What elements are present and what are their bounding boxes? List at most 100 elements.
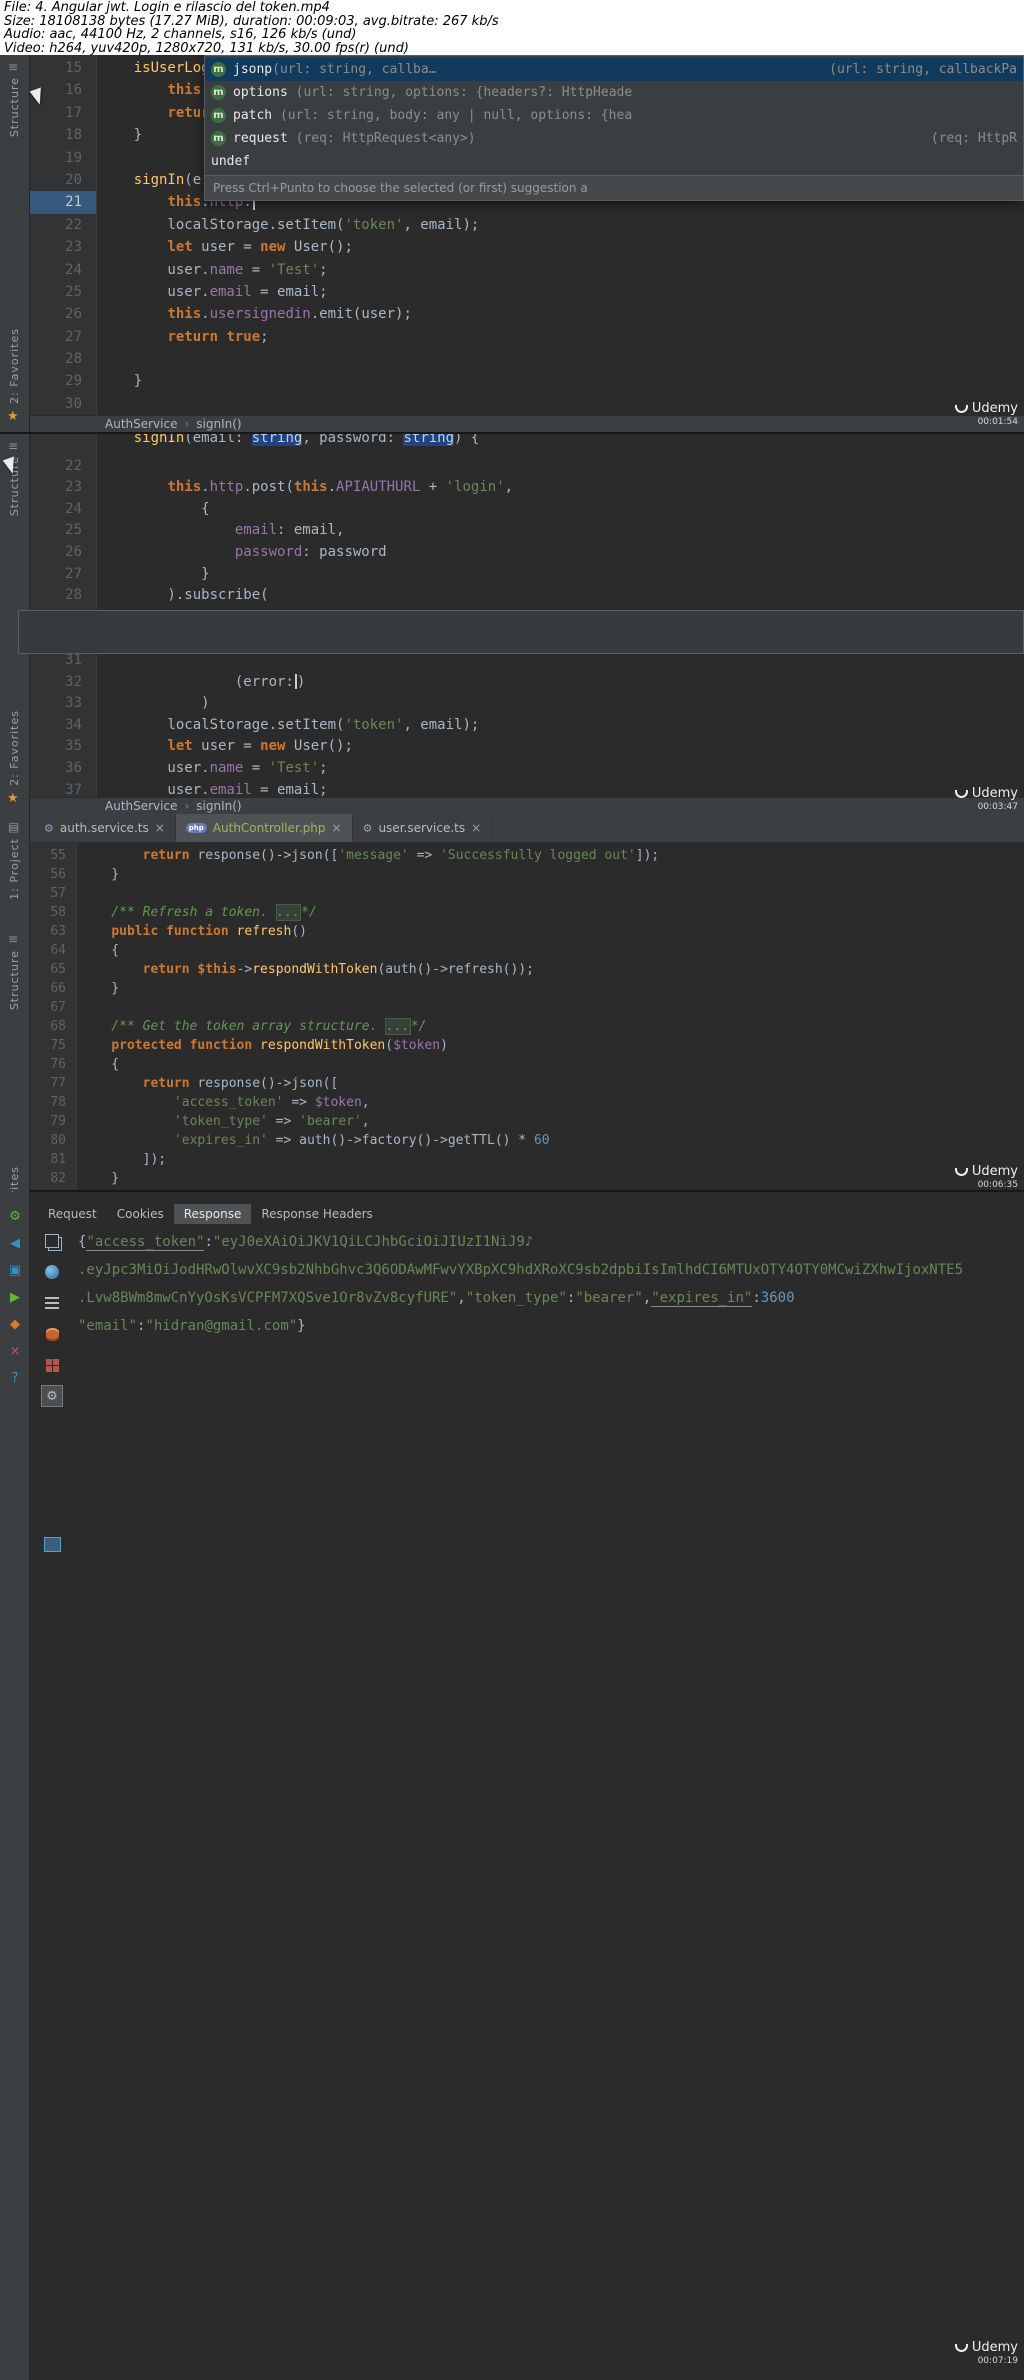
line-number[interactable]: 78 <box>30 1093 76 1112</box>
toolwindow-button-favorites[interactable]: 2: Favorites <box>8 328 21 404</box>
editor-tab[interactable]: php AuthController.php × <box>175 814 353 842</box>
close-icon[interactable]: × <box>6 1343 24 1361</box>
line-number[interactable]: 17 <box>30 101 96 125</box>
completion-item[interactable]: undef <box>205 150 1023 173</box>
line-number[interactable]: 23 <box>30 236 96 259</box>
play-icon[interactable]: ▶ <box>6 1289 24 1307</box>
code-line[interactable]: 79 'token_type' => 'bearer', <box>30 1112 1024 1131</box>
toolwindow-button-structure[interactable]: Structure <box>8 950 21 1010</box>
response-tab-request[interactable]: Request <box>38 1204 107 1224</box>
settings-icon[interactable]: ⚙ <box>41 1385 63 1407</box>
code-line[interactable]: 26 this.usersignedin.emit(user); <box>30 303 1024 326</box>
line-number[interactable]: 58 <box>30 903 76 922</box>
line-number[interactable]: 27 <box>30 325 96 349</box>
copy-icon[interactable] <box>41 1230 63 1252</box>
code-line[interactable]: 35 let user = new User(); <box>30 736 1024 758</box>
code-line[interactable]: 23 let user = new User(); <box>30 236 1024 259</box>
completion-item[interactable]: m jsonp (url: string, callba… (url: string,… <box>205 58 1023 81</box>
code-line[interactable]: 63 public function refresh() <box>30 922 1024 941</box>
code-line[interactable]: 36 user.name = 'Test'; <box>30 757 1024 780</box>
code-line[interactable]: 76 { <box>30 1055 1024 1074</box>
code-line[interactable]: 23 this.http.post(this.APIAUTHURL + 'log… <box>30 477 1024 499</box>
line-number[interactable]: 77 <box>30 1074 76 1093</box>
code-line[interactable]: 27 } <box>30 563 1024 586</box>
line-number[interactable]: 67 <box>30 998 76 1017</box>
code-line[interactable]: 25 email: email, <box>30 520 1024 542</box>
line-number[interactable]: 32 <box>30 671 96 694</box>
line-number[interactable]: 22 <box>30 213 96 237</box>
code-line[interactable]: {"access_token":"eyJ0eXAiOiJKV1QiLCJhbGc… <box>74 1228 1024 1256</box>
line-number[interactable]: 26 <box>30 541 96 564</box>
code-line[interactable]: 68 /** Get the token array structure. ..… <box>30 1017 1024 1036</box>
breadcrumb-method[interactable]: signIn() <box>196 416 241 432</box>
line-number[interactable]: 18 <box>30 124 96 147</box>
code-line[interactable]: 67 <box>30 998 1024 1017</box>
code-line[interactable]: .eyJpc3MiOiJodHRwOlwvXC9sb2NhbGhvc3Q6ODA… <box>74 1256 1024 1284</box>
toolwindow-button-structure[interactable]: Structure <box>8 77 21 137</box>
globe-icon[interactable] <box>41 1261 63 1283</box>
structure-icon[interactable]: ≡ <box>8 60 18 74</box>
code-line[interactable]: signIn(email: string, password: string) … <box>30 434 1024 456</box>
favorites-star-icon[interactable]: ★ <box>7 409 19 424</box>
line-number[interactable]: 82 <box>30 1169 76 1188</box>
line-number[interactable]: 28 <box>30 585 96 607</box>
line-number[interactable]: 27 <box>30 563 96 586</box>
line-number[interactable]: 75 <box>30 1036 76 1055</box>
completion-item[interactable]: m patch (url: string, body: any | null, o… <box>205 104 1023 127</box>
response-tab-response[interactable]: Response <box>173 1204 252 1224</box>
code-line[interactable]: 22 <box>30 455 1024 478</box>
code-line[interactable]: 78 'access_token' => $token, <box>30 1093 1024 1112</box>
line-number[interactable]: 21 <box>30 191 96 214</box>
code-line[interactable]: .Lvw8BWm8mwCnYyOsKsVCPFM7XQSve1Or8vZv8cy… <box>74 1284 1024 1312</box>
code-line[interactable]: 82 } <box>30 1169 1024 1188</box>
response-body[interactable]: {"access_token":"eyJ0eXAiOiJKV1QiLCJhbGc… <box>74 1228 1024 1340</box>
structure-icon[interactable]: ≡ <box>8 932 18 946</box>
line-number[interactable]: 64 <box>30 941 76 960</box>
line-number[interactable]: 15 <box>30 57 96 80</box>
code-line[interactable]: 24 user.name = 'Test'; <box>30 258 1024 281</box>
breadcrumb-class[interactable]: AuthService <box>105 416 177 432</box>
line-number[interactable]: 24 <box>30 258 96 281</box>
code-line[interactable]: 65 return $this->respondWithToken(auth()… <box>30 960 1024 979</box>
code-line[interactable]: 29 } <box>30 370 1024 393</box>
line-number[interactable]: 30 <box>30 392 96 416</box>
line-number[interactable]: 63 <box>30 922 76 941</box>
code-line[interactable]: 30 <box>30 392 1024 416</box>
line-number[interactable]: 28 <box>30 348 96 371</box>
editor-tab[interactable]: ⚙ auth.service.ts × <box>34 814 176 842</box>
code-line[interactable]: 27 return true; <box>30 325 1024 349</box>
line-number[interactable]: 20 <box>30 168 96 192</box>
back-icon[interactable]: ◀ <box>6 1235 24 1253</box>
breadcrumb-class[interactable]: AuthService <box>105 798 177 814</box>
line-number[interactable]: 29 <box>30 370 96 393</box>
line-number[interactable]: 25 <box>30 280 96 304</box>
code-line[interactable]: 80 'expires_in' => auth()->factory()->ge… <box>30 1131 1024 1150</box>
database-icon[interactable] <box>41 1323 63 1345</box>
breadcrumb-method[interactable]: signIn() <box>196 798 241 814</box>
code-line[interactable]: 75 protected function respondWithToken($… <box>30 1036 1024 1055</box>
code-line[interactable]: 56 } <box>30 865 1024 884</box>
line-number[interactable]: 68 <box>30 1017 76 1036</box>
editor-tab[interactable]: ⚙ user.service.ts × <box>353 814 493 842</box>
code-line[interactable]: 81 ]); <box>30 1150 1024 1169</box>
line-number[interactable]: 80 <box>30 1131 76 1150</box>
code-line[interactable]: 26 password: password <box>30 541 1024 564</box>
code-line[interactable]: 28 ).subscribe( <box>30 585 1024 607</box>
line-number[interactable]: 24 <box>30 498 96 521</box>
grid-icon[interactable] <box>41 1354 63 1376</box>
structure-icon[interactable]: ≡ <box>8 439 18 453</box>
toolwindow-button-project[interactable]: 1: Project <box>8 838 21 900</box>
key-icon[interactable]: ◆ <box>6 1316 24 1334</box>
project-icon[interactable]: ▤ <box>8 820 19 834</box>
line-number[interactable]: 26 <box>30 303 96 326</box>
toolwindow-button-favorites[interactable]: 2: Favorites <box>8 1166 21 1192</box>
line-number[interactable]: 79 <box>30 1112 76 1131</box>
close-tab-icon[interactable]: × <box>471 821 481 835</box>
help-icon[interactable]: ? <box>6 1370 24 1388</box>
toolwindow-button-favorites[interactable]: 2: Favorites <box>8 710 21 786</box>
run-config-icon[interactable]: ⚙ <box>6 1208 24 1226</box>
line-number[interactable]: 33 <box>30 693 96 715</box>
line-number[interactable]: 19 <box>30 146 96 169</box>
line-number[interactable]: 23 <box>30 477 96 499</box>
line-number[interactable]: 57 <box>30 884 76 903</box>
